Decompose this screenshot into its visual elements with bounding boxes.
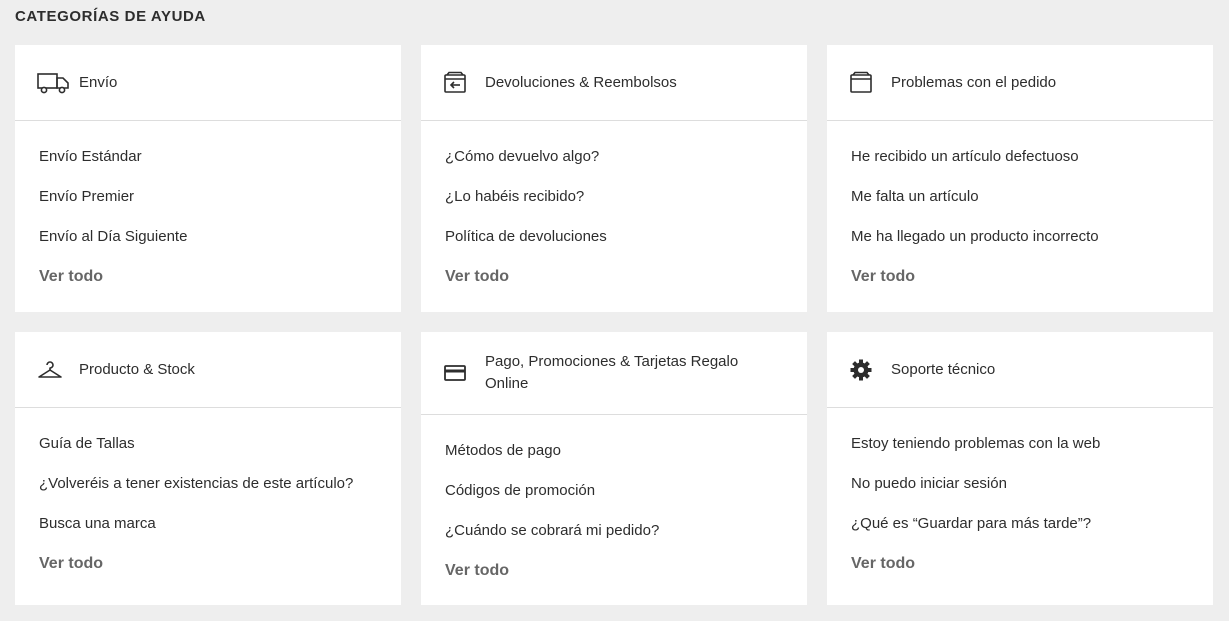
category-card-tech-support: Soporte técnico Estoy teniendo problemas…: [827, 332, 1213, 605]
help-link[interactable]: Envío al Día Siguiente: [39, 227, 377, 247]
see-all-link[interactable]: Ver todo: [15, 267, 401, 287]
see-all-link[interactable]: Ver todo: [827, 267, 1213, 287]
card-title: Envío: [79, 73, 118, 91]
card-title: Pago, Promociones & Tarjetas Regalo Onli…: [485, 353, 739, 392]
help-categories-grid: Envío Envío Estándar Envío Premier Envío…: [15, 45, 1213, 605]
category-card-product-stock: Producto & Stock Guía de Tallas ¿Volveré…: [15, 332, 401, 605]
help-link[interactable]: Métodos de pago: [445, 441, 783, 461]
link-list: Métodos de pago Códigos de promoción ¿Cu…: [421, 415, 807, 561]
see-all-link[interactable]: Ver todo: [15, 554, 401, 574]
help-link[interactable]: ¿Cómo devuelvo algo?: [445, 147, 783, 167]
help-link[interactable]: ¿Cuándo se cobrará mi pedido?: [445, 521, 783, 541]
help-link[interactable]: He recibido un artículo defectuoso: [851, 147, 1189, 167]
help-link[interactable]: Guía de Tallas: [39, 434, 377, 454]
link-list: ¿Cómo devuelvo algo? ¿Lo habéis recibido…: [421, 121, 807, 267]
card-title: Problemas con el pedido: [891, 73, 1057, 91]
category-card-shipping: Envío Envío Estándar Envío Premier Envío…: [15, 45, 401, 312]
help-link[interactable]: Me falta un artículo: [851, 187, 1189, 207]
help-link[interactable]: Estoy teniendo problemas con la web: [851, 434, 1189, 454]
help-link[interactable]: ¿Lo habéis recibido?: [445, 187, 783, 207]
credit-card-icon: [443, 361, 475, 385]
see-all-link[interactable]: Ver todo: [421, 267, 807, 287]
help-link[interactable]: Envío Premier: [39, 187, 377, 207]
category-card-payment: Pago, Promociones & Tarjetas Regalo Onli…: [421, 332, 807, 605]
card-title: Producto & Stock: [79, 360, 195, 378]
truck-icon: [37, 71, 69, 95]
hanger-icon: [37, 358, 69, 382]
link-list: Envío Estándar Envío Premier Envío al Dí…: [15, 121, 401, 267]
category-card-returns: Devoluciones & Reembolsos ¿Cómo devuelvo…: [421, 45, 807, 312]
card-header[interactable]: Devoluciones & Reembolsos: [421, 45, 807, 121]
section-title: CATEGORÍAS DE AYUDA: [15, 8, 206, 25]
help-link[interactable]: No puedo iniciar sesión: [851, 474, 1189, 494]
help-link[interactable]: ¿Qué es “Guardar para más tarde”?: [851, 514, 1189, 534]
box-icon: [849, 71, 881, 95]
see-all-link[interactable]: Ver todo: [421, 561, 807, 581]
help-link[interactable]: Códigos de promoción: [445, 481, 783, 501]
help-link[interactable]: Política de devoluciones: [445, 227, 783, 247]
card-header[interactable]: Envío: [15, 45, 401, 121]
card-header[interactable]: Producto & Stock: [15, 332, 401, 408]
help-link[interactable]: Busca una marca: [39, 514, 377, 534]
return-box-icon: [443, 71, 475, 95]
category-card-order-issues: Problemas con el pedido He recibido un a…: [827, 45, 1213, 312]
gear-icon: [849, 358, 881, 382]
help-link[interactable]: Envío Estándar: [39, 147, 377, 167]
link-list: Guía de Tallas ¿Volveréis a tener existe…: [15, 408, 401, 554]
help-link[interactable]: Me ha llegado un producto incorrecto: [851, 227, 1189, 247]
link-list: Estoy teniendo problemas con la web No p…: [827, 408, 1213, 554]
card-header[interactable]: Problemas con el pedido: [827, 45, 1213, 121]
link-list: He recibido un artículo defectuoso Me fa…: [827, 121, 1213, 267]
see-all-link[interactable]: Ver todo: [827, 554, 1213, 574]
help-link[interactable]: ¿Volveréis a tener existencias de este a…: [39, 474, 377, 494]
card-header[interactable]: Soporte técnico: [827, 332, 1213, 408]
card-header[interactable]: Pago, Promociones & Tarjetas Regalo Onli…: [421, 332, 807, 415]
card-title: Devoluciones & Reembolsos: [485, 73, 677, 91]
card-title: Soporte técnico: [891, 360, 996, 378]
